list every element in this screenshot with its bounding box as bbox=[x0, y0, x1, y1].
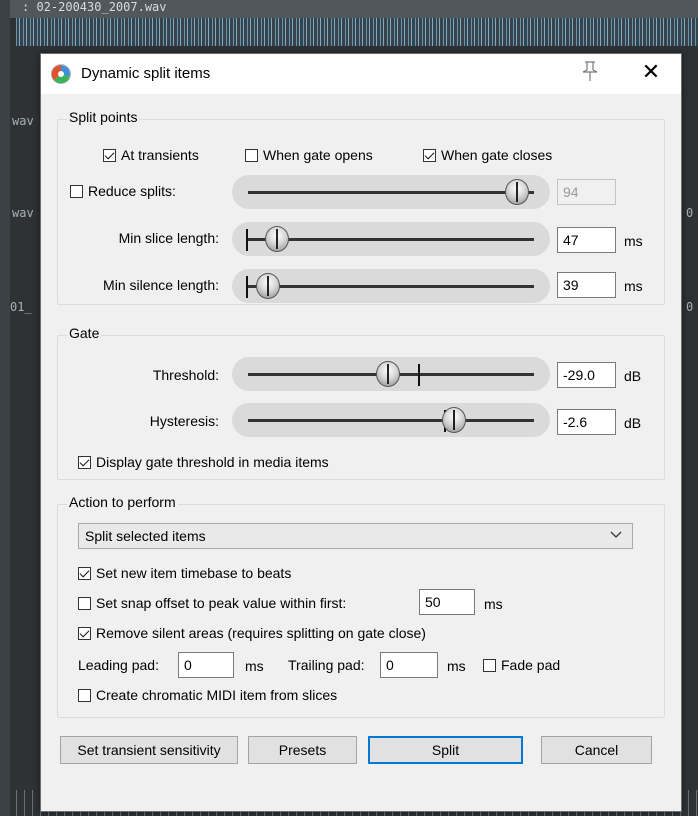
bg-item-label: 01_ bbox=[10, 300, 32, 314]
threshold-input[interactable]: -29.0 bbox=[557, 362, 616, 388]
checkbox-box bbox=[423, 148, 436, 162]
when-gate-opens-checkbox[interactable]: When gate opens bbox=[245, 147, 373, 163]
when-gate-closes-checkbox[interactable]: When gate closes bbox=[423, 147, 552, 163]
checkbox-box bbox=[78, 688, 91, 702]
hysteresis-unit: dB bbox=[624, 415, 642, 431]
snap-offset-checkbox[interactable]: Set snap offset to peak value within fir… bbox=[78, 595, 346, 611]
leading-pad-input[interactable]: 0 bbox=[178, 652, 234, 678]
gate-legend: Gate bbox=[67, 325, 102, 341]
min-slice-length-slider[interactable] bbox=[232, 222, 550, 256]
cancel-button[interactable]: Cancel bbox=[541, 736, 652, 764]
fade-pad-checkbox[interactable]: Fade pad bbox=[483, 657, 560, 673]
min-slice-length-unit: ms bbox=[624, 233, 643, 249]
action-select[interactable]: Split selected items bbox=[78, 523, 633, 549]
presets-button[interactable]: Presets bbox=[248, 736, 357, 764]
set-transient-sensitivity-button[interactable]: Set transient sensitivity bbox=[60, 736, 238, 764]
slider-knob[interactable] bbox=[504, 179, 529, 205]
trailing-pad-label: Trailing pad: bbox=[288, 657, 365, 673]
track-left-edge bbox=[0, 0, 10, 816]
reaper-icon bbox=[51, 64, 71, 84]
leading-pad-unit: ms bbox=[245, 658, 264, 674]
slider-tick bbox=[418, 364, 420, 386]
checkbox-box bbox=[78, 455, 91, 469]
snap-offset-unit: ms bbox=[484, 596, 503, 612]
slider-knob[interactable] bbox=[441, 407, 466, 433]
checkbox-label: Remove silent areas (requires splitting … bbox=[96, 625, 426, 641]
action-select-value: Split selected items bbox=[85, 528, 206, 544]
slider-tick bbox=[246, 229, 248, 251]
reduce-splits-checkbox[interactable]: Reduce splits: bbox=[70, 183, 176, 199]
pin-icon[interactable] bbox=[581, 60, 599, 82]
slider-track bbox=[248, 238, 534, 241]
checkbox-label: When gate closes bbox=[441, 147, 553, 163]
checkbox-label: Set snap offset to peak value within fir… bbox=[96, 595, 347, 611]
checkbox-label: Set new item timebase to beats bbox=[96, 565, 292, 581]
hysteresis-slider[interactable] bbox=[232, 403, 550, 437]
min-slice-length-label: Min slice length: bbox=[118, 230, 219, 246]
checkbox-box bbox=[78, 626, 91, 640]
close-icon[interactable]: ✕ bbox=[639, 60, 663, 84]
bg-item-label: 0 bbox=[686, 300, 694, 314]
threshold-slider[interactable] bbox=[232, 357, 550, 391]
min-slice-length-input[interactable]: 47 bbox=[557, 227, 616, 253]
split-points-legend: Split points bbox=[67, 109, 140, 125]
remove-silent-checkbox[interactable]: Remove silent areas (requires splitting … bbox=[78, 625, 426, 641]
min-silence-length-input[interactable]: 39 bbox=[557, 272, 616, 298]
bg-item-label: 0 bbox=[686, 206, 694, 220]
threshold-unit: dB bbox=[624, 368, 642, 384]
track-item-title: : 02-200430_2007.wav bbox=[22, 0, 167, 14]
min-silence-length-slider[interactable] bbox=[232, 269, 550, 303]
set-timebase-checkbox[interactable]: Set new item timebase to beats bbox=[78, 565, 291, 581]
reduce-splits-slider[interactable] bbox=[232, 175, 550, 209]
checkbox-box bbox=[103, 148, 116, 162]
slider-knob[interactable] bbox=[256, 273, 281, 299]
trailing-pad-unit: ms bbox=[447, 658, 466, 674]
slider-tick bbox=[246, 276, 248, 298]
checkbox-box bbox=[245, 148, 258, 162]
checkbox-box bbox=[483, 658, 496, 672]
checkbox-label: Create chromatic MIDI item from slices bbox=[96, 687, 338, 703]
slider-knob[interactable] bbox=[376, 361, 401, 387]
bg-item-label: wav bbox=[12, 206, 34, 220]
waveform-strip bbox=[16, 18, 698, 46]
checkbox-box bbox=[78, 596, 91, 610]
trailing-pad-input[interactable]: 0 bbox=[380, 652, 438, 678]
checkbox-label: At transients bbox=[121, 147, 199, 163]
display-gate-threshold-checkbox[interactable]: Display gate threshold in media items bbox=[78, 454, 329, 470]
leading-pad-label: Leading pad: bbox=[78, 657, 159, 673]
snap-offset-input[interactable]: 50 bbox=[419, 589, 475, 615]
min-silence-length-label: Min silence length: bbox=[103, 277, 219, 293]
slider-knob[interactable] bbox=[264, 226, 289, 252]
chevron-down-icon bbox=[610, 531, 622, 538]
checkbox-box bbox=[78, 566, 91, 580]
checkbox-box bbox=[70, 184, 83, 198]
slider-track bbox=[248, 191, 534, 194]
reduce-splits-value: 94 bbox=[557, 179, 616, 205]
hysteresis-label: Hysteresis: bbox=[149, 413, 219, 429]
dialog-title: Dynamic split items bbox=[81, 65, 211, 82]
checkbox-label: Reduce splits: bbox=[88, 183, 176, 199]
bg-item-label: wav bbox=[12, 114, 34, 128]
min-silence-length-unit: ms bbox=[624, 278, 643, 294]
dynamic-split-dialog: Dynamic split items ✕ Split points At tr… bbox=[40, 53, 682, 812]
chromatic-midi-checkbox[interactable]: Create chromatic MIDI item from slices bbox=[78, 687, 337, 703]
slider-track bbox=[248, 285, 534, 288]
checkbox-label: Display gate threshold in media items bbox=[96, 454, 329, 470]
slider-track bbox=[248, 419, 534, 422]
split-button[interactable]: Split bbox=[368, 736, 523, 764]
threshold-label: Threshold: bbox=[152, 367, 219, 383]
action-legend: Action to perform bbox=[67, 494, 178, 510]
at-transients-checkbox[interactable]: At transients bbox=[103, 147, 199, 163]
checkbox-label: When gate opens bbox=[263, 147, 373, 163]
hysteresis-input[interactable]: -2.6 bbox=[557, 409, 616, 435]
dialog-titlebar[interactable]: Dynamic split items ✕ bbox=[41, 54, 681, 94]
checkbox-label: Fade pad bbox=[501, 657, 561, 673]
